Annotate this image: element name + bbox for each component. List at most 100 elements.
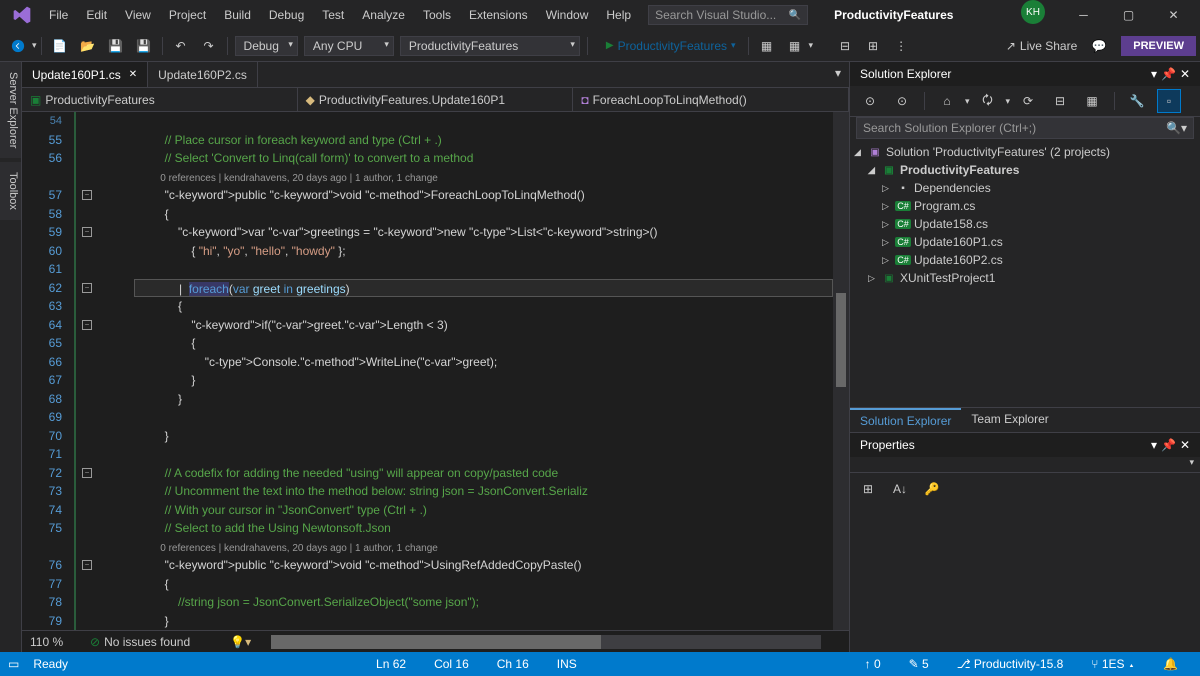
lightbulb-icon[interactable]: 💡▾ — [230, 635, 251, 649]
se-search[interactable]: Search Solution Explorer (Ctrl+;) 🔍▾ — [856, 117, 1194, 139]
publish-status[interactable]: ↑ 0 — [851, 657, 895, 671]
branch-name[interactable]: ⑂ 1ES ▴ — [1077, 657, 1149, 671]
file-Update160P1.cs[interactable]: ▷C#Update160P1.cs — [850, 233, 1200, 251]
tb-icon-1[interactable]: ▦ — [755, 34, 779, 58]
se-fwd-icon[interactable]: ⊙ — [890, 89, 914, 113]
undo-button[interactable]: ↶ — [169, 34, 193, 58]
alpha-icon[interactable]: A↓ — [888, 477, 912, 501]
menu-window[interactable]: Window — [537, 4, 598, 26]
tb-icon-4[interactable]: ⊞ — [861, 34, 885, 58]
menu-project[interactable]: Project — [160, 4, 215, 26]
solution-node[interactable]: ◢▣Solution 'ProductivityFeatures' (2 pro… — [850, 143, 1200, 161]
project-node[interactable]: ◢▣ProductivityFeatures — [850, 161, 1200, 179]
file-Update160P2.cs[interactable]: ▷C#Update160P2.cs — [850, 251, 1200, 269]
menu-extensions[interactable]: Extensions — [460, 4, 537, 26]
nav-project[interactable]: ▣ ProductivityFeatures — [22, 88, 298, 111]
nav-class[interactable]: ◆ ProductivityFeatures.Update160P1 — [298, 88, 574, 111]
feedback-button[interactable]: 💬 — [1087, 34, 1111, 58]
repo-name[interactable]: ⎇ Productivity-15.8 — [943, 657, 1078, 671]
fold-margin[interactable]: − − − − − − — [74, 112, 134, 630]
solution-explorer-btm-tab[interactable]: Solution Explorer — [850, 408, 961, 432]
zoom-level[interactable]: 110 % — [30, 635, 90, 649]
ready-icon: ▭ — [8, 657, 19, 671]
fold-toggle[interactable]: − — [82, 283, 92, 293]
start-debugging-button[interactable]: ProductivityFeatures▾ — [598, 37, 744, 55]
fold-toggle[interactable]: − — [82, 190, 92, 200]
props-combo[interactable]: ▾ — [850, 457, 1200, 473]
se-collapse-icon[interactable]: ⊟ — [1048, 89, 1072, 113]
quick-launch-search[interactable]: Search Visual Studio... 🔍 — [648, 5, 808, 25]
horizontal-scrollbar[interactable] — [271, 635, 821, 649]
menu-test[interactable]: Test — [313, 4, 353, 26]
fold-toggle[interactable]: − — [82, 560, 92, 570]
open-button[interactable]: 📂 — [76, 34, 100, 58]
se-showall-icon[interactable]: ▦ — [1080, 89, 1104, 113]
categorized-icon[interactable]: ⊞ — [856, 477, 880, 501]
code-editor[interactable]: 5455565758596061626364656667686970717273… — [22, 112, 849, 630]
code-content[interactable]: // Place cursor in foreach keyword and t… — [134, 112, 833, 630]
file-Update158.cs[interactable]: ▷C#Update158.cs — [850, 215, 1200, 233]
menu-help[interactable]: Help — [597, 4, 640, 26]
toolbox-tab[interactable]: Toolbox — [0, 162, 21, 220]
save-button[interactable]: 💾 — [104, 34, 128, 58]
tab-Update160P1.cs[interactable]: Update160P1.cs✕ — [22, 62, 148, 87]
tb-icon-5[interactable]: ⋮ — [889, 34, 913, 58]
menu-view[interactable]: View — [116, 4, 160, 26]
se-back-icon[interactable]: ⊙ — [858, 89, 882, 113]
team-explorer-btm-tab[interactable]: Team Explorer — [961, 408, 1058, 432]
pin-icon[interactable]: ▾ — [1151, 67, 1157, 81]
issues-indicator[interactable]: ⊘No issues found — [90, 635, 190, 649]
maximize-button[interactable]: ▢ — [1106, 0, 1151, 30]
back-button[interactable] — [6, 34, 30, 58]
vertical-scrollbar[interactable] — [833, 112, 849, 630]
status-col[interactable]: Col 16 — [420, 657, 483, 671]
pending-changes[interactable]: ✎ 5 — [895, 657, 943, 671]
project2-node[interactable]: ▷▣XUnitTestProject1 — [850, 269, 1200, 287]
config-combo[interactable]: Debug — [235, 36, 298, 56]
user-avatar[interactable]: KH — [1021, 0, 1045, 24]
title-bar: FileEditViewProjectBuildDebugTestAnalyze… — [0, 0, 1200, 30]
status-line[interactable]: Ln 62 — [362, 657, 420, 671]
status-ins[interactable]: INS — [543, 657, 591, 671]
solution-tree[interactable]: ◢▣Solution 'ProductivityFeatures' (2 pro… — [850, 139, 1200, 407]
main-toolbar: ▾ 📄 📂 💾 💾 ↶ ↷ Debug Any CPU Productivity… — [0, 30, 1200, 62]
prop-pages-icon[interactable]: 🔑 — [920, 477, 944, 501]
status-ready: Ready — [19, 657, 82, 671]
fold-toggle[interactable]: − — [82, 227, 92, 237]
new-project-button[interactable]: 📄 — [48, 34, 72, 58]
fold-toggle[interactable]: − — [82, 320, 92, 330]
se-sync-icon[interactable]: 🗘 — [976, 89, 1000, 113]
status-ch[interactable]: Ch 16 — [483, 657, 543, 671]
se-home-icon[interactable]: ⌂ — [935, 89, 959, 113]
close-tab-icon[interactable]: ✕ — [129, 69, 137, 80]
menu-tools[interactable]: Tools — [414, 4, 460, 26]
menu-file[interactable]: File — [40, 4, 77, 26]
tb-icon-3[interactable]: ⊟ — [833, 34, 857, 58]
startup-combo[interactable]: ProductivityFeatures — [400, 36, 580, 56]
save-all-button[interactable]: 💾 — [132, 34, 156, 58]
menu-build[interactable]: Build — [215, 4, 260, 26]
autohide-icon[interactable]: 📌 — [1161, 67, 1176, 81]
deps-node[interactable]: ▷▪Dependencies — [850, 179, 1200, 197]
se-preview-icon[interactable]: ▫ — [1157, 89, 1181, 113]
menu-debug[interactable]: Debug — [260, 4, 313, 26]
nav-member[interactable]: ◘ ForeachLoopToLinqMethod() — [573, 88, 849, 111]
fold-toggle[interactable]: − — [82, 468, 92, 478]
close-button[interactable]: ✕ — [1151, 0, 1196, 30]
minimize-button[interactable]: ─ — [1061, 0, 1106, 30]
close-panel-icon[interactable]: ✕ — [1180, 67, 1190, 81]
menu-edit[interactable]: Edit — [77, 4, 116, 26]
se-props-icon[interactable]: 🔧 — [1125, 89, 1149, 113]
tab-overflow-icon[interactable]: ▾ — [827, 62, 849, 87]
notifications-icon[interactable]: 🔔 — [1149, 657, 1192, 671]
live-share-button[interactable]: ↗ Live Share — [998, 37, 1085, 55]
tab-Update160P2.cs[interactable]: Update160P2.cs — [148, 62, 258, 87]
platform-combo[interactable]: Any CPU — [304, 36, 394, 56]
file-Program.cs[interactable]: ▷C#Program.cs — [850, 197, 1200, 215]
redo-button[interactable]: ↷ — [197, 34, 221, 58]
se-refresh-icon[interactable]: ⟳ — [1016, 89, 1040, 113]
main-menu: FileEditViewProjectBuildDebugTestAnalyze… — [40, 4, 640, 26]
tb-icon-2[interactable]: ▦ — [783, 34, 807, 58]
server-explorer-tab[interactable]: Server Explorer — [0, 62, 21, 158]
menu-analyze[interactable]: Analyze — [353, 4, 414, 26]
